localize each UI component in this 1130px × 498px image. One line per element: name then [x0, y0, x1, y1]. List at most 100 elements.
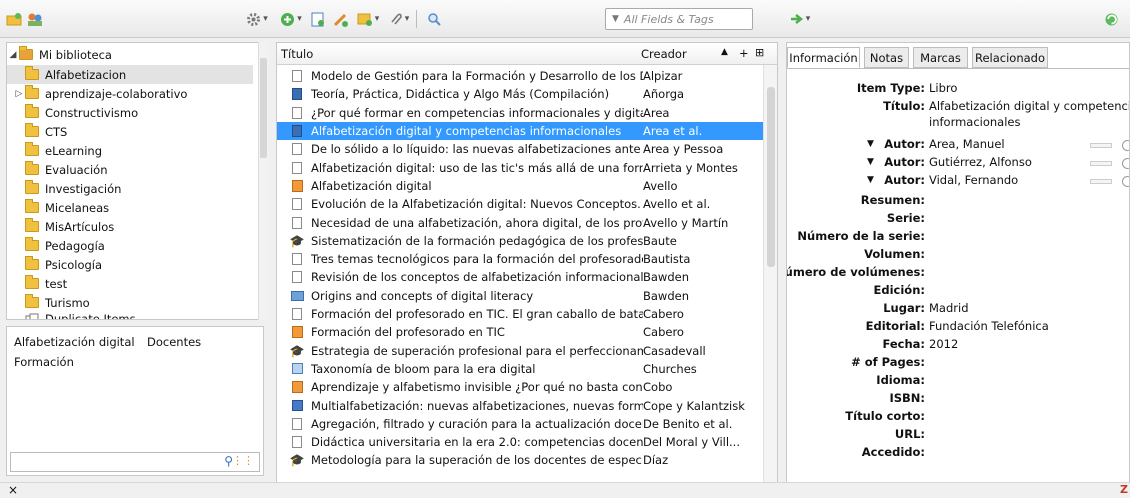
collection-item[interactable]: Micelaneas: [7, 198, 253, 217]
author-menu-icon[interactable]: ▼: [867, 157, 874, 167]
field-label: Resumen:: [860, 193, 925, 207]
collection-item[interactable]: Alfabetizacion: [7, 65, 253, 84]
expand-arrow-icon[interactable]: ▷: [13, 89, 25, 99]
item-row[interactable]: Aprendizaje y alfabetismo invisible ¿Por…: [277, 378, 763, 396]
new-item-icon[interactable]: [278, 10, 304, 28]
field-label: ISBN:: [889, 391, 925, 405]
doc-item-icon: [289, 417, 305, 430]
item-row[interactable]: Alfabetización digital y competencias in…: [277, 121, 763, 141]
item-row[interactable]: De lo sólido a lo líquido: las nuevas al…: [277, 140, 763, 158]
paperclip-icon[interactable]: [386, 10, 412, 28]
folder-icon: [25, 218, 39, 232]
author-value[interactable]: Gutiérrez, Alfonso: [929, 155, 1032, 169]
collection-item[interactable]: Psicología: [7, 255, 253, 274]
field-label: Fecha:: [882, 337, 925, 351]
tab-marcas[interactable]: Marcas: [913, 47, 968, 68]
remove-author-icon[interactable]: [1122, 140, 1129, 151]
title-value-cont[interactable]: informacionales: [929, 115, 1021, 129]
zotero-logo-icon: Z: [1120, 483, 1128, 496]
item-row[interactable]: Modelo de Gestión para la Formación y De…: [277, 67, 763, 85]
tag-actions-icon[interactable]: ⋮⋮: [232, 454, 254, 467]
collection-item[interactable]: eLearning: [7, 141, 253, 160]
item-row[interactable]: Necesidad de una alfabetización, ahora d…: [277, 213, 763, 231]
collection-item[interactable]: Constructivismo: [7, 103, 253, 122]
item-row[interactable]: 🎓 Metodología para la superación de los d…: [277, 451, 763, 469]
remove-author-icon[interactable]: [1122, 176, 1129, 187]
item-row[interactable]: Taxonomía de bloom para la era digital Ch…: [277, 360, 763, 378]
tag-item[interactable]: Docentes: [147, 335, 201, 349]
new-group-icon[interactable]: [26, 10, 44, 28]
attachment-add-icon[interactable]: [354, 10, 382, 28]
field-value[interactable]: 2012: [929, 337, 958, 351]
author-menu-icon[interactable]: ▼: [867, 175, 874, 185]
collection-item[interactable]: ▷ aprendizaje-colaborativo: [7, 84, 253, 103]
remove-author-icon[interactable]: [1122, 158, 1129, 169]
mm-item-icon: [289, 400, 305, 412]
item-row[interactable]: Formación del profesorado en TIC. El gra…: [277, 305, 763, 323]
close-icon[interactable]: ×: [8, 483, 18, 497]
new-collection-icon[interactable]: [6, 10, 22, 28]
field-label: Edición:: [873, 283, 925, 297]
tag-item[interactable]: Formación: [14, 355, 74, 369]
collection-item[interactable]: test: [7, 274, 253, 293]
item-creator: Area: [643, 105, 670, 120]
tab-informacion[interactable]: Información: [787, 47, 860, 68]
duplicate-items[interactable]: Duplicate Items: [7, 309, 253, 319]
gear-icon[interactable]: [244, 10, 270, 28]
column-picker-icon[interactable]: ⊞: [755, 46, 764, 59]
item-row[interactable]: Evolución de la Alfabetización digital: …: [277, 195, 763, 213]
add-by-identifier-icon[interactable]: [310, 10, 326, 28]
item-row[interactable]: 🎓 Sistematización de la formación pedagóg…: [277, 232, 763, 250]
tab-notas[interactable]: Notas: [864, 47, 909, 68]
collections-scrollbar[interactable]: [258, 42, 268, 320]
field-value[interactable]: Fundación Telefónica: [929, 319, 1049, 333]
tag-item[interactable]: Alfabetización digital: [14, 335, 135, 349]
collection-item[interactable]: CTS: [7, 122, 253, 141]
item-creator: Arrieta y Montes: [643, 160, 738, 175]
item-row[interactable]: Formación del profesorado en TIC Cabero: [277, 323, 763, 341]
collapse-arrow-icon[interactable]: ◢: [7, 50, 19, 60]
author-mode-toggle[interactable]: [1090, 179, 1112, 184]
search-input[interactable]: ▼ All Fields & Tags: [605, 8, 753, 30]
collection-item[interactable]: Pedagogía: [7, 236, 253, 255]
locate-icon[interactable]: [786, 10, 814, 28]
item-row[interactable]: Didáctica universitaria en la era 2.0: c…: [277, 433, 763, 451]
add-column-icon[interactable]: +: [739, 46, 749, 60]
title-value[interactable]: Alfabetización digital y competencias: [929, 99, 1129, 113]
item-creator: Bautista: [643, 252, 691, 267]
collection-item[interactable]: Evaluación: [7, 160, 253, 179]
item-row[interactable]: Revisión de los conceptos de alfabetizac…: [277, 268, 763, 286]
item-row[interactable]: Tres temas tecnológicos para la formació…: [277, 250, 763, 268]
new-note-icon[interactable]: [332, 10, 350, 28]
author-value[interactable]: Area, Manuel: [929, 137, 1005, 151]
item-row[interactable]: Teoría, Práctica, Didáctica y Algo Más (…: [277, 85, 763, 103]
item-row[interactable]: Origins and concepts of digital literacy…: [277, 287, 763, 305]
author-value[interactable]: Vidal, Fernando: [929, 173, 1018, 187]
item-row[interactable]: Multialfabetización: nuevas alfabetizaci…: [277, 396, 763, 414]
search-mode-icon[interactable]: ▼: [612, 14, 619, 24]
collection-item[interactable]: MisArtículos: [7, 217, 253, 236]
author-mode-toggle[interactable]: [1090, 143, 1112, 148]
item-creator: Cobo: [643, 380, 673, 395]
item-row[interactable]: 🎓 Estrategia de superación profesional pa…: [277, 342, 763, 360]
tab-relacionado[interactable]: Relacionado: [972, 47, 1048, 68]
doc-item-icon: [289, 198, 305, 211]
item-title: Estrategia de superación profesional par…: [311, 343, 643, 358]
tag-filter-input[interactable]: ⚲ ⋮⋮: [10, 452, 260, 472]
item-row[interactable]: Alfabetización digital Avello: [277, 177, 763, 195]
creator-column-header[interactable]: Creador: [641, 47, 687, 61]
collection-item[interactable]: Investigación: [7, 179, 253, 198]
field-value[interactable]: Madrid: [929, 301, 969, 315]
item-type-value[interactable]: Libro: [929, 81, 957, 95]
item-row[interactable]: Agregación, filtrado y curación para la …: [277, 415, 763, 433]
author-menu-icon[interactable]: ▼: [867, 139, 874, 149]
library-root[interactable]: ◢ Mi biblioteca: [7, 45, 253, 64]
author-mode-toggle[interactable]: [1090, 161, 1112, 166]
item-title: Metodología para la superación de los do…: [311, 453, 643, 468]
sync-icon[interactable]: [1102, 10, 1120, 28]
items-scrollbar[interactable]: [763, 65, 777, 489]
advanced-search-icon[interactable]: [426, 10, 442, 28]
item-row[interactable]: ¿Por qué formar en competencias informac…: [277, 104, 763, 122]
title-column-header[interactable]: Título: [281, 47, 313, 61]
item-row[interactable]: Alfabetización digital: uso de las tic's…: [277, 159, 763, 177]
